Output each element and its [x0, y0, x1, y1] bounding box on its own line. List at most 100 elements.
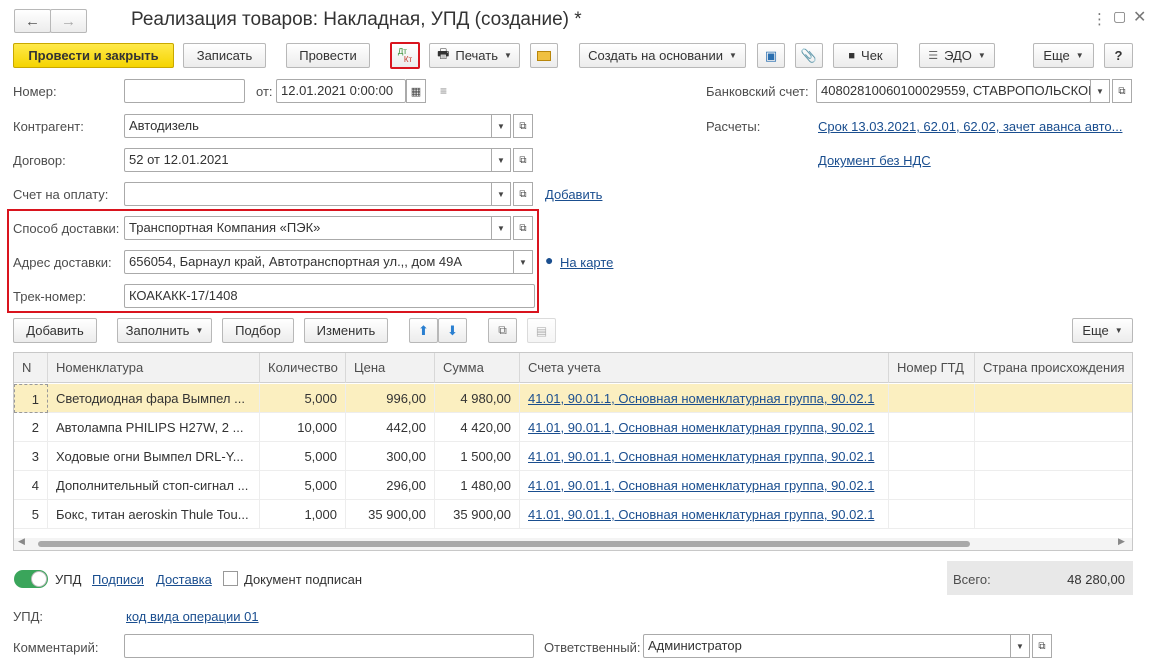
cell-price[interactable]: 296,00 [346, 471, 435, 500]
scroll-right-icon[interactable]: ▶ [1118, 536, 1125, 547]
cell-country[interactable] [975, 500, 1132, 529]
cell-quantity[interactable]: 10,000 [260, 413, 346, 442]
cell-nomenclature[interactable]: Автолампа PHILIPS H27W, 2 ... [48, 413, 260, 442]
cell-sum[interactable]: 4 980,00 [435, 384, 520, 413]
table-row[interactable]: 3 Ходовые огни Вымпел DRL-Y... 5,000 300… [14, 442, 1132, 471]
contract-open[interactable]: ⧉ [513, 148, 533, 172]
cell-accounts-link[interactable]: 41.01, 90.01.1, Основная номенклатурная … [520, 442, 889, 471]
cell-price[interactable]: 35 900,00 [346, 500, 435, 529]
move-up-button[interactable]: ⬆ [409, 318, 438, 343]
column-header-country[interactable]: Страна происхождения [975, 353, 1132, 383]
calendar-button[interactable]: ▦ [406, 79, 426, 103]
delivery-address-dropdown[interactable]: ▼ [513, 250, 533, 274]
date-field[interactable]: 12.01.2021 0:00:00 [276, 79, 406, 103]
add-row-button[interactable]: Добавить [13, 318, 97, 343]
contractor-dropdown[interactable]: ▼ [491, 114, 511, 138]
cell-accounts-link[interactable]: 41.01, 90.01.1, Основная номенклатурная … [520, 500, 889, 529]
cell-price[interactable]: 442,00 [346, 413, 435, 442]
cell-country[interactable] [975, 384, 1132, 413]
cell-accounts-link[interactable]: 41.01, 90.01.1, Основная номенклатурная … [520, 471, 889, 500]
table-more-button[interactable]: Еще ▼ [1072, 318, 1133, 343]
contract-dropdown[interactable]: ▼ [491, 148, 511, 172]
invoice-dropdown[interactable]: ▼ [491, 182, 511, 206]
table-row[interactable]: 4 Дополнительный стоп-сигнал ... 5,000 2… [14, 471, 1132, 500]
no-vat-document-link[interactable]: Документ без НДС [818, 153, 931, 168]
email-button[interactable] [530, 43, 558, 68]
bank-account-dropdown[interactable]: ▼ [1090, 79, 1110, 103]
settlements-link[interactable]: Срок 13.03.2021, 62.01, 62.02, зачет ава… [818, 119, 1122, 134]
cell-accounts-link[interactable]: 41.01, 90.01.1, Основная номенклатурная … [520, 413, 889, 442]
cell-gtd[interactable] [889, 384, 975, 413]
dt-kt-button[interactable]: Дт Кт [390, 42, 420, 69]
cell-country[interactable] [975, 413, 1132, 442]
delivery-method-dropdown[interactable]: ▼ [491, 216, 511, 240]
more-button[interactable]: Еще ▼ [1033, 43, 1094, 68]
structure-button[interactable]: ▣ [757, 43, 785, 68]
comment-field[interactable] [124, 634, 534, 658]
cell-gtd[interactable] [889, 500, 975, 529]
fill-button[interactable]: Заполнить ▼ [117, 318, 212, 343]
contractor-open[interactable]: ⧉ [513, 114, 533, 138]
post-and-close-button[interactable]: Провести и закрыть [13, 43, 174, 68]
track-number-field[interactable]: КОАКАКК-17/1408 [124, 284, 535, 308]
forward-button[interactable]: → [50, 9, 87, 33]
cell-country[interactable] [975, 471, 1132, 500]
column-header-nomenclature[interactable]: Номенклатура [48, 353, 260, 383]
move-down-button[interactable]: ⬇ [438, 318, 467, 343]
add-invoice-link[interactable]: Добавить [545, 187, 602, 202]
column-header-gtd[interactable]: Номер ГТД [889, 353, 975, 383]
post-button[interactable]: Провести [286, 43, 370, 68]
cell-price[interactable]: 300,00 [346, 442, 435, 471]
cell-gtd[interactable] [889, 471, 975, 500]
bank-account-open[interactable]: ⧉ [1112, 79, 1132, 103]
cell-sum[interactable]: 4 420,00 [435, 413, 520, 442]
maximize-icon[interactable]: ▢ [1113, 8, 1126, 25]
contract-field[interactable]: 52 от 12.01.2021 [124, 148, 493, 172]
cell-gtd[interactable] [889, 442, 975, 471]
invoice-field[interactable] [124, 182, 493, 206]
pick-button[interactable]: Подбор [222, 318, 294, 343]
help-button[interactable]: ? [1104, 43, 1133, 68]
column-header-quantity[interactable]: Количество [260, 353, 346, 383]
cell-nomenclature[interactable]: Ходовые огни Вымпел DRL-Y... [48, 442, 260, 471]
receipt-button[interactable]: ■ Чек [833, 43, 898, 68]
bank-account-field[interactable]: 40802810060100029559, СТАВРОПОЛЬСКОЕ [816, 79, 1091, 103]
signatures-link[interactable]: Подписи [92, 572, 144, 587]
cell-quantity[interactable]: 5,000 [260, 384, 346, 413]
print-button[interactable]: 🖶 Печать ▼ [429, 43, 520, 68]
document-signed-checkbox[interactable] [223, 571, 238, 586]
delivery-address-field[interactable]: 656054, Барнаул край, Автотранспортная у… [124, 250, 515, 274]
cell-nomenclature[interactable]: Бокс, титан aeroskin Thule Tou... [48, 500, 260, 529]
cell-sum[interactable]: 35 900,00 [435, 500, 520, 529]
scrollbar-thumb[interactable] [38, 541, 970, 547]
table-row[interactable]: 1 Светодиодная фара Вымпел ... 5,000 996… [14, 384, 1132, 413]
cell-nomenclature[interactable]: Дополнительный стоп-сигнал ... [48, 471, 260, 500]
attach-button[interactable]: 📎 [795, 43, 823, 68]
goods-table[interactable]: N Номенклатура Количество Цена Сумма Сче… [13, 352, 1133, 551]
cell-quantity[interactable]: 5,000 [260, 442, 346, 471]
back-button[interactable]: ← [14, 9, 51, 33]
cell-accounts-link[interactable]: 41.01, 90.01.1, Основная номенклатурная … [520, 384, 889, 413]
cell-quantity[interactable]: 1,000 [260, 500, 346, 529]
column-header-sum[interactable]: Сумма [435, 353, 520, 383]
on-map-link[interactable]: На карте [560, 255, 613, 270]
delivery-link[interactable]: Доставка [156, 572, 212, 587]
cell-sum[interactable]: 1 500,00 [435, 442, 520, 471]
create-based-on-button[interactable]: Создать на основании ▼ [579, 43, 746, 68]
horizontal-scrollbar[interactable]: ◀ ▶ [14, 536, 1132, 550]
paste-button[interactable]: ▤ [527, 318, 556, 343]
responsible-field[interactable]: Администратор [643, 634, 1012, 658]
close-icon[interactable]: ✕ [1133, 7, 1146, 27]
table-row[interactable]: 2 Автолампа PHILIPS H27W, 2 ... 10,000 4… [14, 413, 1132, 442]
delivery-method-open[interactable]: ⧉ [513, 216, 533, 240]
column-header-n[interactable]: N [14, 353, 48, 383]
table-row[interactable]: 5 Бокс, титан aeroskin Thule Tou... 1,00… [14, 500, 1132, 529]
edo-button[interactable]: ☰ ЭДО ▼ [919, 43, 995, 68]
cell-gtd[interactable] [889, 413, 975, 442]
responsible-dropdown[interactable]: ▼ [1010, 634, 1030, 658]
invoice-open[interactable]: ⧉ [513, 182, 533, 206]
save-button[interactable]: Записать [183, 43, 266, 68]
more-vertical-icon[interactable]: ⋮ [1092, 10, 1107, 28]
change-button[interactable]: Изменить [304, 318, 388, 343]
contractor-field[interactable]: Автодизель [124, 114, 493, 138]
